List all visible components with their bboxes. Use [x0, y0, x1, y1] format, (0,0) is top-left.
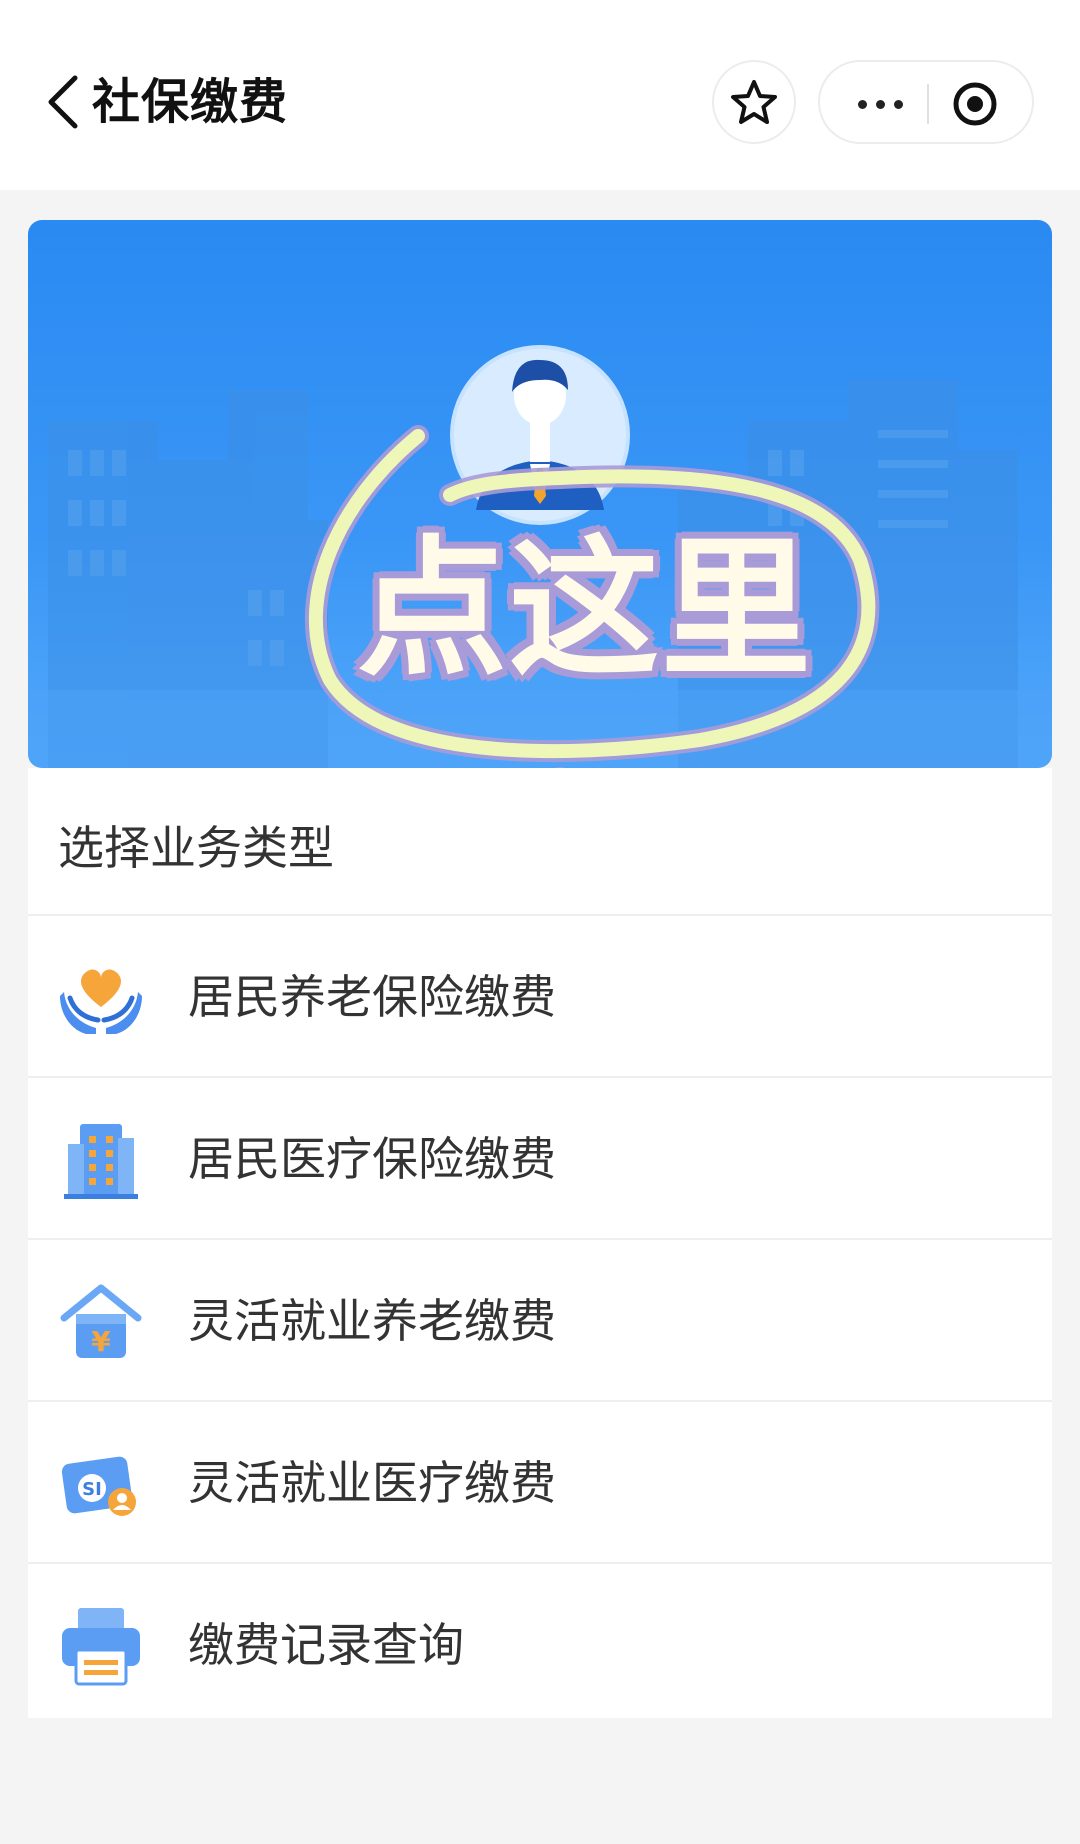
- top-navigation-bar: 社保缴费: [0, 0, 1080, 190]
- svg-text:SI: SI: [82, 1479, 102, 1500]
- list-item-payment-records[interactable]: 缴费记录查询: [28, 1562, 1052, 1724]
- list-item-flexible-pension[interactable]: ¥ 灵活就业养老缴费: [28, 1238, 1052, 1400]
- list-item-label: 居民医疗保险缴费: [188, 1132, 556, 1186]
- section-title: 选择业务类型: [58, 821, 334, 875]
- list-item-label: 灵活就业养老缴费: [188, 1294, 556, 1348]
- favorite-button[interactable]: [712, 60, 796, 144]
- list-item-flexible-medical[interactable]: SI 灵活就业医疗缴费: [28, 1400, 1052, 1562]
- printer-icon: [62, 1608, 140, 1686]
- person-avatar-icon: [450, 345, 630, 525]
- social-security-card-icon: SI: [61, 1456, 136, 1516]
- house-yuan-icon: ¥: [60, 1284, 142, 1358]
- list-item-resident-medical[interactable]: 居民医疗保险缴费: [28, 1076, 1052, 1238]
- chevron-left-icon: [48, 75, 78, 129]
- page-title: 社保缴费: [92, 74, 289, 130]
- more-dots-icon: [857, 99, 867, 109]
- svg-text:¥: ¥: [91, 1325, 111, 1358]
- back-button[interactable]: [38, 70, 88, 134]
- star-icon: [731, 80, 777, 124]
- annotation-text: 点这里: [356, 523, 813, 697]
- mini-program-capsule: [818, 60, 1034, 144]
- capsule-divider: [927, 84, 929, 124]
- building-icon: [64, 1124, 138, 1199]
- target-icon: [953, 82, 997, 126]
- list-item-label: 灵活就业医疗缴费: [188, 1456, 556, 1510]
- business-type-list: 居民养老保险缴费 居民医疗保险缴费 ¥ 灵活就业养老缴费 SI 灵活就业医疗缴费…: [28, 914, 1052, 1724]
- close-mini-program-button[interactable]: [950, 79, 1000, 129]
- list-item-label: 缴费记录查询: [188, 1618, 464, 1672]
- list-item-resident-pension[interactable]: 居民养老保险缴费: [28, 914, 1052, 1076]
- business-type-panel: 选择业务类型 居民养老保险缴费 居民医疗保险缴费 ¥ 灵活就业养老缴费 SI 灵…: [28, 768, 1052, 1718]
- more-button[interactable]: [850, 84, 910, 124]
- list-item-label: 居民养老保险缴费: [188, 970, 556, 1024]
- heart-hands-icon: [60, 969, 142, 1034]
